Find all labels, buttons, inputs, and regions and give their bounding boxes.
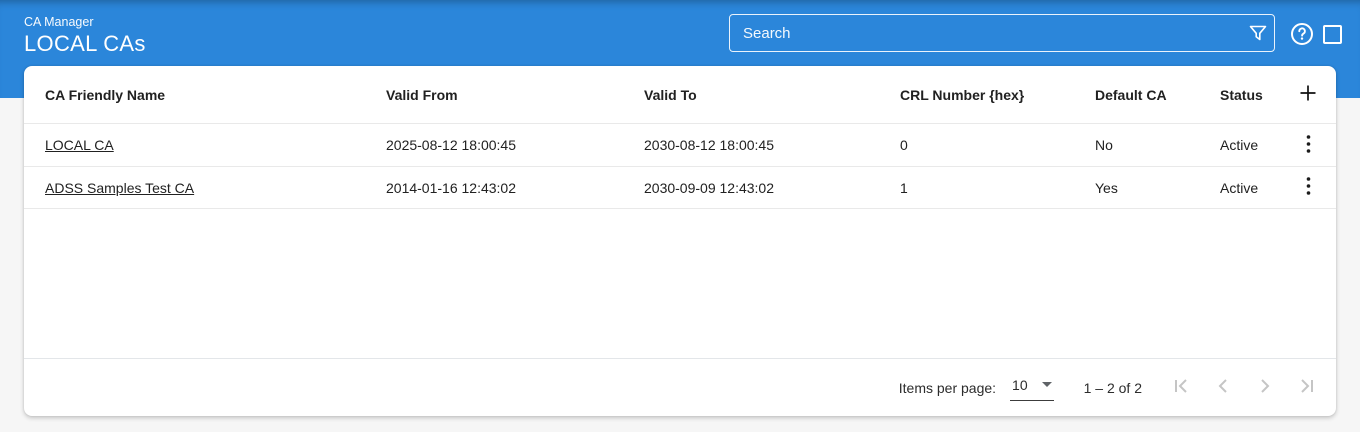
kebab-vertical-icon [1306, 177, 1311, 198]
default-ca-value: No [1095, 137, 1220, 153]
page-size-select[interactable]: 10 [1010, 375, 1054, 401]
window-square-icon[interactable] [1323, 25, 1342, 44]
column-header-valid-from: Valid From [386, 87, 644, 103]
ca-name-link[interactable]: LOCAL CA [45, 137, 114, 153]
page-size-value: 10 [1012, 377, 1028, 393]
valid-from-value: 2025-08-12 18:00:45 [386, 137, 644, 153]
page-range-label: 1 – 2 of 2 [1084, 380, 1142, 396]
next-page-button[interactable] [1244, 368, 1286, 408]
row-menu-button[interactable] [1290, 127, 1326, 163]
search-input[interactable] [729, 14, 1275, 52]
row-menu-button[interactable] [1290, 170, 1326, 206]
ca-name-link[interactable]: ADSS Samples Test CA [45, 180, 194, 196]
column-header-status: Status [1220, 87, 1280, 103]
chevron-left-icon [1211, 374, 1235, 401]
column-header-crl-number: CRL Number {hex} [900, 87, 1095, 103]
items-per-page-label: Items per page: [899, 380, 996, 396]
valid-to-value: 2030-09-09 12:43:02 [644, 180, 900, 196]
first-page-button[interactable] [1160, 368, 1202, 408]
table-header-row: CA Friendly Name Valid From Valid To CRL… [24, 66, 1336, 123]
page-title: LOCAL CAs [24, 30, 146, 58]
first-page-icon [1169, 374, 1193, 401]
previous-page-button[interactable] [1202, 368, 1244, 408]
table-row: ADSS Samples Test CA 2014-01-16 12:43:02… [24, 166, 1336, 209]
column-header-default-ca: Default CA [1095, 87, 1220, 103]
column-header-valid-to: Valid To [644, 87, 900, 103]
crl-number-value: 0 [900, 137, 1095, 153]
filter-funnel-icon[interactable] [1248, 23, 1268, 43]
valid-to-value: 2030-08-12 18:00:45 [644, 137, 900, 153]
valid-from-value: 2014-01-16 12:43:02 [386, 180, 644, 196]
header-titles: CA Manager LOCAL CAs [24, 14, 146, 58]
triangle-down-icon [1042, 382, 1052, 387]
add-ca-button[interactable] [1290, 77, 1326, 113]
local-cas-card: CA Friendly Name Valid From Valid To CRL… [24, 66, 1336, 416]
last-page-icon [1295, 374, 1319, 401]
last-page-button[interactable] [1286, 368, 1328, 408]
chevron-right-icon [1253, 374, 1277, 401]
plus-icon [1298, 83, 1318, 106]
status-value: Active [1220, 137, 1280, 153]
help-icon[interactable] [1290, 22, 1314, 46]
paginator: Items per page: 10 1 – 2 of 2 [24, 358, 1336, 416]
table-row: LOCAL CA 2025-08-12 18:00:45 2030-08-12 … [24, 123, 1336, 166]
crl-number-value: 1 [900, 180, 1095, 196]
kebab-vertical-icon [1306, 135, 1311, 156]
column-header-ca-friendly-name: CA Friendly Name [24, 87, 386, 103]
breadcrumb: CA Manager [24, 14, 146, 30]
status-value: Active [1220, 180, 1280, 196]
default-ca-value: Yes [1095, 180, 1220, 196]
search-box [729, 14, 1275, 52]
